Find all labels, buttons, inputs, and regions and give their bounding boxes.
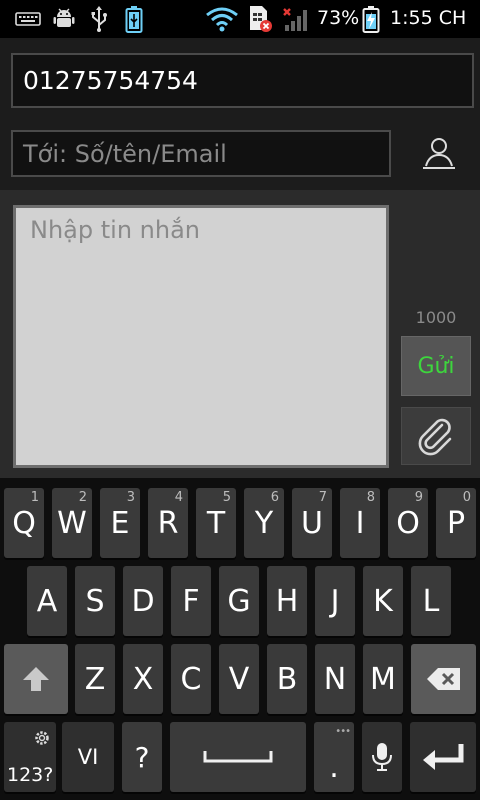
key-i[interactable]: 8I	[340, 488, 380, 558]
signal-icon	[280, 6, 312, 32]
key-g[interactable]: G	[219, 566, 259, 636]
key-b[interactable]: B	[267, 644, 307, 714]
key-d[interactable]: D	[123, 566, 163, 636]
enter-key[interactable]	[410, 722, 476, 792]
person-icon[interactable]	[414, 133, 464, 175]
key-r[interactable]: 4R	[148, 488, 188, 558]
key-s[interactable]: S	[75, 566, 115, 636]
enter-arrow-icon	[421, 742, 465, 772]
period-key[interactable]: ••• .	[314, 722, 354, 792]
message-area: Nhập tin nhắn 1000 Gửi	[0, 190, 480, 478]
backspace-icon	[426, 667, 462, 691]
android-debug-icon	[50, 6, 78, 32]
symbols-mode-label: 123?	[7, 764, 54, 786]
usb-icon	[88, 6, 110, 32]
question-key[interactable]: ?	[122, 722, 162, 792]
key-t[interactable]: 5T	[196, 488, 236, 558]
key-j[interactable]: J	[315, 566, 355, 636]
status-time: 1:55 CH	[390, 7, 467, 29]
key-e[interactable]: 3E	[100, 488, 140, 558]
attach-button[interactable]	[401, 407, 471, 465]
backspace-key[interactable]	[411, 644, 476, 714]
space-key[interactable]	[170, 722, 306, 792]
key-q[interactable]: 1Q	[4, 488, 44, 558]
more-dots-icon: •••	[335, 726, 351, 737]
keyboard: 1Q 2W 3E 4R 5T 6Y 7U 8I 9O 0P A S D F G …	[0, 478, 480, 800]
key-l[interactable]: L	[411, 566, 451, 636]
key-y[interactable]: 6Y	[244, 488, 284, 558]
wifi-icon	[204, 6, 240, 32]
phone-number-field[interactable]: 01275754754	[11, 53, 474, 108]
key-h[interactable]: H	[267, 566, 307, 636]
voice-input-key[interactable]	[362, 722, 402, 792]
key-a[interactable]: A	[27, 566, 67, 636]
compose-header: 01275754754 Tới: Số/tên/Email	[0, 38, 480, 190]
key-p[interactable]: 0P	[436, 488, 476, 558]
space-bar-icon	[203, 749, 273, 765]
settings-gear-icon	[34, 730, 50, 746]
send-button[interactable]: Gửi	[401, 336, 471, 396]
symbols-mode-key[interactable]: 123?	[4, 722, 56, 792]
key-f[interactable]: F	[171, 566, 211, 636]
language-key[interactable]: VI	[62, 722, 114, 792]
key-v[interactable]: V	[219, 644, 259, 714]
microphone-icon	[371, 741, 393, 773]
battery-percent: 73%	[317, 7, 360, 29]
key-c[interactable]: C	[171, 644, 211, 714]
char-counter: 1000	[415, 308, 457, 327]
key-w[interactable]: 2W	[52, 488, 92, 558]
status-bar: 73% 1:55 CH	[0, 0, 480, 38]
recipient-input[interactable]: Tới: Số/tên/Email	[11, 130, 391, 177]
keyboard-icon	[14, 6, 42, 32]
key-o[interactable]: 9O	[388, 488, 428, 558]
battery-small-icon	[122, 6, 146, 33]
key-n[interactable]: N	[315, 644, 355, 714]
key-x[interactable]: X	[123, 644, 163, 714]
key-k[interactable]: K	[363, 566, 403, 636]
shift-arrow-icon	[21, 664, 51, 694]
charging-battery-icon	[360, 6, 382, 33]
message-input[interactable]: Nhập tin nhắn	[13, 205, 389, 468]
sim-error-icon	[246, 6, 274, 32]
key-m[interactable]: M	[363, 644, 403, 714]
paperclip-icon	[416, 416, 456, 456]
key-u[interactable]: 7U	[292, 488, 332, 558]
shift-key[interactable]	[4, 644, 68, 714]
key-z[interactable]: Z	[75, 644, 115, 714]
